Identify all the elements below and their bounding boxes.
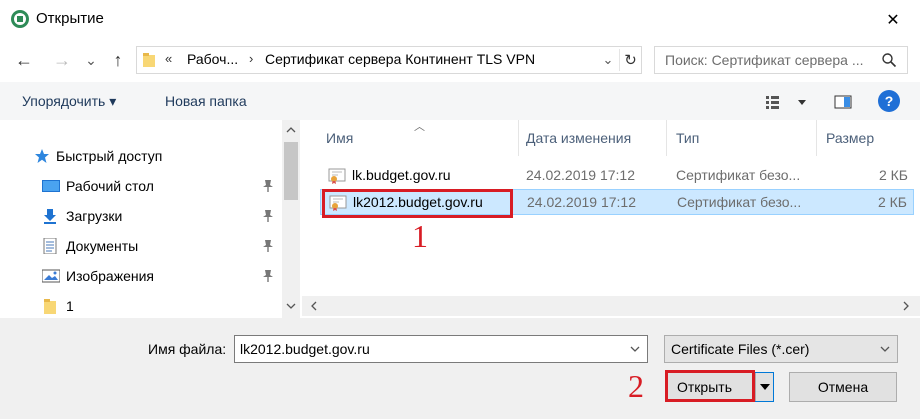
refresh-icon: ↻	[624, 52, 637, 69]
scroll-up-arrow-icon[interactable]	[282, 122, 300, 138]
sidebar-item-label: Изображения	[66, 268, 154, 284]
breadcrumb-separator[interactable]: ›	[249, 51, 253, 66]
preview-pane-button[interactable]	[832, 91, 854, 113]
sidebar-item-label: Документы	[66, 238, 139, 254]
filetype-value: Certificate Files (*.cer)	[671, 341, 810, 357]
sidebar-item-quick-access[interactable]: Быстрый доступ	[0, 142, 280, 170]
star-icon	[34, 148, 50, 164]
annotation-highlight-open	[665, 370, 755, 402]
scrollbar-thumb[interactable]	[284, 142, 298, 200]
sidebar-item-label: Быстрый доступ	[56, 148, 163, 164]
folder-icon	[44, 298, 60, 314]
address-dropdown-button[interactable]: ⌄	[597, 49, 619, 71]
column-divider[interactable]	[816, 120, 817, 156]
dialog-footer	[0, 318, 920, 419]
file-size: 2 КБ	[877, 194, 907, 210]
pin-icon[interactable]	[262, 269, 274, 283]
file-type: Сертификат безо...	[676, 167, 801, 183]
file-type: Сертификат безо...	[677, 194, 802, 210]
open-options-dropdown[interactable]	[755, 373, 773, 401]
chevron-down-icon	[877, 341, 893, 357]
help-button[interactable]: ?	[878, 90, 900, 112]
filename-history-dropdown[interactable]	[626, 340, 644, 358]
back-arrow-icon: ←	[15, 49, 33, 70]
sidebar-item-documents[interactable]: Документы	[0, 232, 280, 260]
sidebar-item-desktop[interactable]: Рабочий стол	[0, 172, 280, 200]
column-header-name[interactable]: Имя	[326, 130, 353, 146]
file-row[interactable]: lk.budget.gov.ru 24.02.2019 17:12 Сертиф…	[320, 163, 914, 189]
filename-input[interactable]	[234, 335, 648, 363]
desktop-icon	[42, 178, 60, 194]
file-list-horizontal-scrollbar[interactable]	[302, 296, 920, 316]
navigation-pane: Быстрый доступ Рабочий стол Загрузки Док…	[0, 120, 300, 318]
close-icon: ✕	[886, 12, 900, 29]
sidebar-item-images[interactable]: Изображения	[0, 262, 280, 290]
new-folder-button[interactable]: Новая папка	[165, 93, 247, 109]
window-title: Открытие	[36, 10, 104, 27]
search-input[interactable]: Поиск: Сертификат сервера ...	[665, 52, 865, 68]
view-list-icon	[766, 96, 806, 109]
sidebar-item-label: 1	[66, 298, 74, 314]
chevron-down-icon: ⌄	[85, 51, 97, 68]
pin-icon[interactable]	[262, 239, 274, 253]
documents-icon	[42, 237, 58, 255]
column-header-size[interactable]: Размер	[826, 130, 874, 146]
sort-ascending-icon: ︿	[414, 121, 425, 133]
pin-icon[interactable]	[262, 179, 274, 193]
column-header-date[interactable]: Дата изменения	[526, 130, 631, 146]
file-date: 24.02.2019 17:12	[526, 167, 635, 183]
column-divider[interactable]	[666, 120, 667, 156]
file-name: lk.budget.gov.ru	[352, 167, 451, 183]
sidebar-item-label: Загрузки	[66, 208, 123, 224]
file-size: 2 КБ	[878, 167, 908, 183]
refresh-button[interactable]: ↻	[619, 49, 641, 71]
folder-icon	[143, 53, 155, 67]
app-icon	[10, 9, 30, 29]
recent-locations-button[interactable]: ⌄	[82, 46, 100, 74]
navigation-pane-scrollbar[interactable]	[282, 120, 300, 318]
triangle-down-icon	[759, 384, 770, 390]
annotation-step-2: 2	[628, 368, 644, 404]
breadcrumb-overflow[interactable]: «	[165, 51, 172, 66]
search-icon	[881, 52, 897, 68]
chevron-down-icon: ⌄	[602, 52, 614, 67]
forward-arrow-icon: →	[53, 49, 71, 70]
cancel-button[interactable]: Отмена	[789, 372, 897, 402]
close-button[interactable]: ✕	[870, 0, 916, 40]
title-bar	[0, 0, 920, 40]
certificate-icon	[328, 168, 346, 184]
images-icon	[41, 268, 61, 284]
download-icon	[42, 208, 58, 224]
up-arrow-icon: ↑	[113, 49, 123, 70]
up-button[interactable]: ↑	[106, 46, 130, 74]
file-date: 24.02.2019 17:12	[527, 194, 636, 210]
pin-icon[interactable]	[262, 209, 274, 223]
column-divider[interactable]	[518, 120, 519, 156]
scroll-down-arrow-icon[interactable]	[282, 298, 300, 314]
annotation-step-1: 1	[412, 218, 428, 254]
sidebar-item-downloads[interactable]: Загрузки	[0, 202, 280, 230]
address-bar[interactable]: « Рабоч... › Сертификат сервера Континен…	[136, 46, 642, 74]
organize-button[interactable]: Упорядочить ▾	[22, 93, 116, 110]
filetype-select[interactable]: Certificate Files (*.cer)	[664, 335, 898, 363]
scroll-right-arrow-icon[interactable]	[898, 298, 914, 314]
preview-pane-icon	[834, 95, 852, 109]
chevron-down-icon	[630, 346, 640, 352]
filename-label: Имя файла:	[148, 341, 227, 357]
search-box[interactable]: Поиск: Сертификат сервера ...	[654, 46, 908, 74]
column-header-type[interactable]: Тип	[676, 130, 699, 146]
sidebar-item-label: Рабочий стол	[66, 178, 154, 194]
scroll-left-arrow-icon[interactable]	[306, 298, 322, 314]
back-button[interactable]: ←	[12, 46, 36, 74]
change-view-button[interactable]	[762, 91, 810, 113]
file-list: Имя ︿ Дата изменения Тип Размер lk.budge…	[302, 120, 920, 318]
breadcrumb-item[interactable]: Рабоч...	[187, 51, 238, 67]
breadcrumb-item-current[interactable]: Сертификат сервера Континент TLS VPN	[265, 51, 535, 67]
sidebar-item-folder-1[interactable]: 1	[0, 292, 280, 320]
annotation-highlight-file	[322, 189, 513, 218]
forward-button[interactable]: →	[50, 46, 74, 74]
